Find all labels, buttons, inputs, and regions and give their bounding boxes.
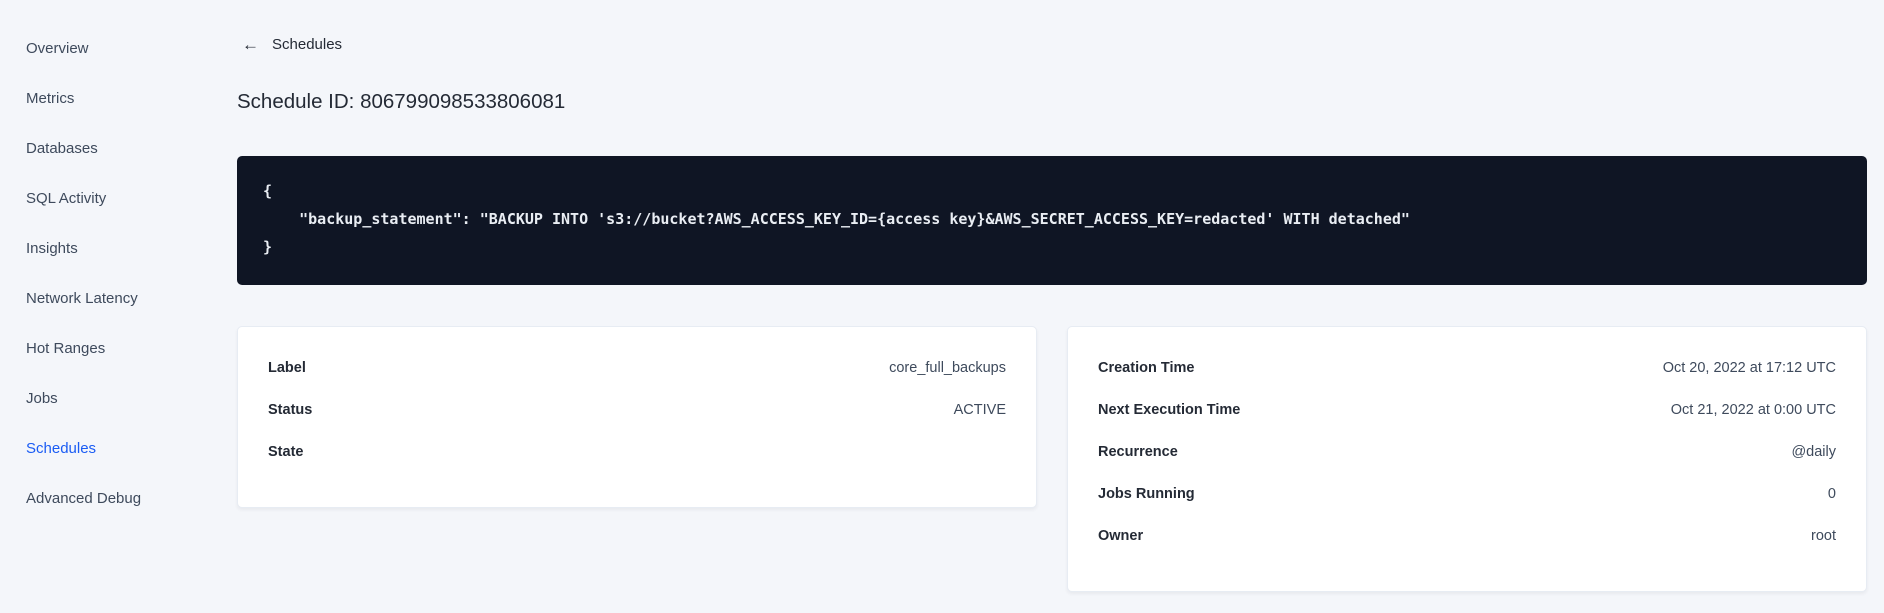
back-link-schedules[interactable]: ← Schedules	[242, 36, 342, 53]
detail-label: Label	[268, 360, 306, 376]
sidebar-item-label: SQL Activity	[26, 189, 107, 207]
detail-row-next-execution-time: Next Execution Time Oct 21, 2022 at 0:00…	[1098, 389, 1836, 431]
back-link-label: Schedules	[272, 36, 343, 53]
sidebar: Overview Metrics Databases SQL Activity …	[0, 0, 237, 613]
schedule-meta-card: Label core_full_backups Status ACTIVE St…	[237, 326, 1037, 508]
detail-row-state: State	[268, 431, 1006, 473]
detail-value: root	[1811, 528, 1836, 544]
schedule-definition-code: { "backup_statement": "BACKUP INTO 's3:/…	[237, 156, 1867, 285]
detail-label: Recurrence	[1098, 444, 1178, 460]
detail-row-recurrence: Recurrence @daily	[1098, 431, 1836, 473]
sidebar-item-network-latency[interactable]: Network Latency	[0, 273, 237, 323]
detail-value: 0	[1827, 486, 1836, 502]
sidebar-item-hot-ranges[interactable]: Hot Ranges	[0, 323, 237, 373]
detail-value: core_full_backups	[889, 360, 1006, 376]
detail-row-jobs-running: Jobs Running 0	[1098, 473, 1836, 515]
detail-value: @daily	[1791, 444, 1836, 460]
main-content: ← Schedules Schedule ID: 806799098533806…	[237, 0, 1867, 613]
detail-label: Owner	[1098, 528, 1144, 544]
sidebar-item-jobs[interactable]: Jobs	[0, 373, 237, 423]
sidebar-item-label: Schedules	[26, 439, 97, 457]
sidebar-item-schedules[interactable]: Schedules	[0, 423, 237, 473]
sidebar-item-label: Insights	[26, 239, 78, 257]
sidebar-item-label: Overview	[26, 39, 89, 57]
detail-label: Status	[268, 402, 313, 418]
detail-row-owner: Owner root	[1098, 515, 1836, 557]
sidebar-item-sql-activity[interactable]: SQL Activity	[0, 173, 237, 223]
sidebar-item-label: Jobs	[26, 389, 58, 407]
detail-label: State	[268, 444, 304, 460]
detail-value: Oct 21, 2022 at 0:00 UTC	[1670, 402, 1836, 418]
detail-value: Oct 20, 2022 at 17:12 UTC	[1662, 360, 1836, 376]
sidebar-item-label: Metrics	[26, 89, 75, 107]
sidebar-item-advanced-debug[interactable]: Advanced Debug	[0, 473, 237, 523]
sidebar-item-overview[interactable]: Overview	[0, 23, 237, 73]
detail-label: Jobs Running	[1098, 486, 1195, 502]
sidebar-item-insights[interactable]: Insights	[0, 223, 237, 273]
page-title: Schedule ID: 806799098533806081	[237, 90, 566, 113]
detail-row-label: Label core_full_backups	[268, 347, 1006, 389]
sidebar-item-label: Databases	[26, 139, 98, 157]
detail-label: Next Execution Time	[1098, 402, 1241, 418]
detail-row-creation-time: Creation Time Oct 20, 2022 at 17:12 UTC	[1098, 347, 1836, 389]
detail-label: Creation Time	[1098, 360, 1195, 376]
sidebar-item-label: Advanced Debug	[26, 489, 142, 507]
sidebar-item-metrics[interactable]: Metrics	[0, 73, 237, 123]
sidebar-item-databases[interactable]: Databases	[0, 123, 237, 173]
sidebar-item-label: Hot Ranges	[26, 339, 106, 357]
back-arrow-icon: ←	[242, 35, 259, 54]
sidebar-item-label: Network Latency	[26, 289, 138, 307]
detail-value: ACTIVE	[953, 402, 1006, 418]
schedule-timing-card: Creation Time Oct 20, 2022 at 17:12 UTC …	[1067, 326, 1867, 592]
detail-row-status: Status ACTIVE	[268, 389, 1006, 431]
detail-cards: Label core_full_backups Status ACTIVE St…	[237, 326, 1867, 592]
